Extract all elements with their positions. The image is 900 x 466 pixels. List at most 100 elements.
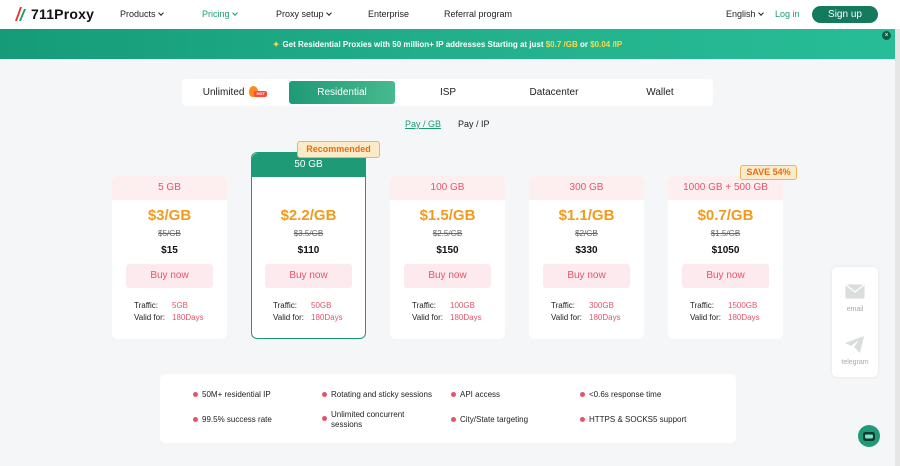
plan-details: Traffic: 100GB Valid for: 180Days (412, 300, 482, 324)
plan-size: 100 GB (390, 176, 505, 200)
feature-item: API access (451, 390, 500, 400)
plan-price: $1.5/GB (419, 207, 476, 224)
features-panel: 50M+ residential IP Rotating and sticky … (160, 374, 736, 443)
plan-card: 100 GB $1.5/GB $2.5/GB $150 Buy now Traf… (390, 176, 505, 339)
hot-icon: HOT (249, 86, 268, 98)
plan-original-price: $5/GB (158, 229, 181, 238)
bullet-dot (322, 416, 327, 421)
chat-icon (863, 432, 875, 441)
plan-size: 300 GB (529, 176, 644, 200)
valid-label: Valid for: (134, 313, 165, 322)
nav-enterprise[interactable]: Enterprise (368, 9, 409, 19)
feature-item: 50M+ residential IP (193, 390, 271, 400)
plan-original-price: $2.5/GB (432, 229, 463, 238)
bullet-dot (451, 392, 456, 397)
traffic-value: 100GB (450, 301, 475, 310)
traffic-label: Traffic: (412, 301, 437, 310)
traffic-value: 5GB (172, 301, 189, 310)
main-nav: Products Pricing Proxy setup Enterprise … (0, 0, 900, 29)
hot-badge-text: HOT (254, 91, 268, 98)
plan-details: Traffic: 5GB Valid for: 180Days (134, 300, 204, 324)
traffic-value: 50GB (311, 301, 332, 310)
scrollbar[interactable] (895, 29, 900, 466)
email-icon[interactable] (845, 284, 865, 304)
save-badge: SAVE 54% (740, 165, 797, 180)
traffic-value: 300GB (589, 301, 614, 310)
close-icon[interactable]: × (882, 31, 891, 40)
traffic-value: 1500GB (728, 301, 758, 310)
feature-item: Unlimited concurrent sessions (322, 410, 431, 430)
plan-card: 1000 GB + 500 GB $0.7/GB $1.5/GB $1050 B… (668, 176, 783, 339)
plan-total: $150 (436, 245, 459, 256)
contact-sidebar: email telegram (832, 267, 878, 377)
buy-now-button[interactable]: Buy now (404, 264, 491, 288)
banner-text: Get Residential Proxies with 50 million+… (282, 39, 544, 49)
tab-unlimited[interactable]: Unlimited HOT (182, 79, 288, 106)
chevron-down-icon (757, 10, 764, 16)
plan-price: $2.2/GB (280, 207, 337, 224)
chevron-down-icon (325, 10, 332, 16)
bullet-dot (580, 417, 585, 422)
valid-value: 180Days (172, 313, 204, 322)
plan-total: $15 (161, 245, 178, 256)
promo-banner[interactable]: ✦ Get Residential Proxies with 50 millio… (0, 29, 895, 59)
buy-now-button[interactable]: Buy now (265, 264, 352, 288)
bullet-dot (580, 392, 585, 397)
nav-proxy-setup[interactable]: Proxy setup (276, 9, 332, 19)
valid-label: Valid for: (551, 313, 582, 322)
valid-label: Valid for: (273, 313, 304, 322)
plan-details: Traffic: 300GB Valid for: 180Days (551, 300, 621, 324)
plan-details: Traffic: 50GB Valid for: 180Days (273, 300, 343, 324)
bolt-icon: ✦ (272, 39, 280, 49)
bullet-dot (193, 392, 198, 397)
plan-card: 300 GB $1.1/GB $2/GB $330 Buy now Traffi… (529, 176, 644, 339)
nav-pricing[interactable]: Pricing (202, 9, 238, 19)
top-header: 711Proxy Products Pricing Proxy setup En… (0, 0, 900, 29)
feature-item: 99.5% success rate (193, 415, 272, 425)
traffic-label: Traffic: (134, 301, 159, 310)
banner-price-gb: $0.7 /GB (545, 39, 578, 49)
bullet-dot (193, 417, 198, 422)
recommended-badge: Recommended (297, 141, 380, 158)
valid-value: 180Days (589, 313, 621, 322)
plan-size: 5 GB (112, 176, 227, 200)
signup-button[interactable]: Sign up (812, 6, 878, 23)
plan-price: $1.1/GB (558, 207, 615, 224)
valid-label: Valid for: (412, 313, 443, 322)
tab-isp[interactable]: ISP (395, 79, 501, 106)
traffic-label: Traffic: (273, 301, 298, 310)
plan-original-price: $1.5/GB (710, 229, 741, 238)
telegram-icon[interactable] (845, 336, 865, 358)
plan-price: $3/GB (147, 207, 192, 224)
telegram-label[interactable]: telegram (832, 359, 878, 366)
tab-wallet[interactable]: Wallet (607, 79, 713, 106)
pay-per-gb-toggle[interactable]: Pay / GB (405, 119, 441, 129)
plan-total: $110 (297, 245, 320, 256)
language-select[interactable]: English (726, 9, 764, 19)
tab-label: Unlimited (202, 87, 245, 98)
plan-card-featured: 50 GB $2.2/GB $3.5/GB $110 Buy now Traff… (251, 152, 366, 339)
buy-now-button[interactable]: Buy now (543, 264, 630, 288)
valid-value: 180Days (728, 313, 760, 322)
banner-or: or (579, 39, 588, 49)
buy-now-button[interactable]: Buy now (682, 264, 769, 288)
nav-products[interactable]: Products (120, 9, 164, 19)
plan-details: Traffic: 1500GB Valid for: 180Days (690, 300, 760, 324)
tab-datacenter[interactable]: Datacenter (501, 79, 607, 106)
traffic-label: Traffic: (690, 301, 715, 310)
pay-per-ip-toggle[interactable]: Pay / IP (458, 119, 490, 129)
feature-item: <0.6s response time (580, 390, 661, 400)
buy-now-button[interactable]: Buy now (126, 264, 213, 288)
plan-total: $1050 (711, 245, 740, 256)
nav-referral-program[interactable]: Referral program (444, 9, 512, 19)
bullet-dot (451, 417, 456, 422)
chat-button[interactable] (858, 425, 880, 447)
plan-card: 5 GB $3/GB $5/GB $15 Buy now Traffic: 5GB… (112, 176, 227, 339)
login-link[interactable]: Log in (775, 9, 800, 19)
banner-price-ip: $0.04 /IP (590, 39, 623, 49)
plan-original-price: $3.5/GB (293, 229, 324, 238)
traffic-label: Traffic: (551, 301, 576, 310)
tab-residential[interactable]: Residential (289, 81, 395, 104)
email-label[interactable]: email (832, 306, 878, 313)
chevron-down-icon (157, 10, 164, 16)
